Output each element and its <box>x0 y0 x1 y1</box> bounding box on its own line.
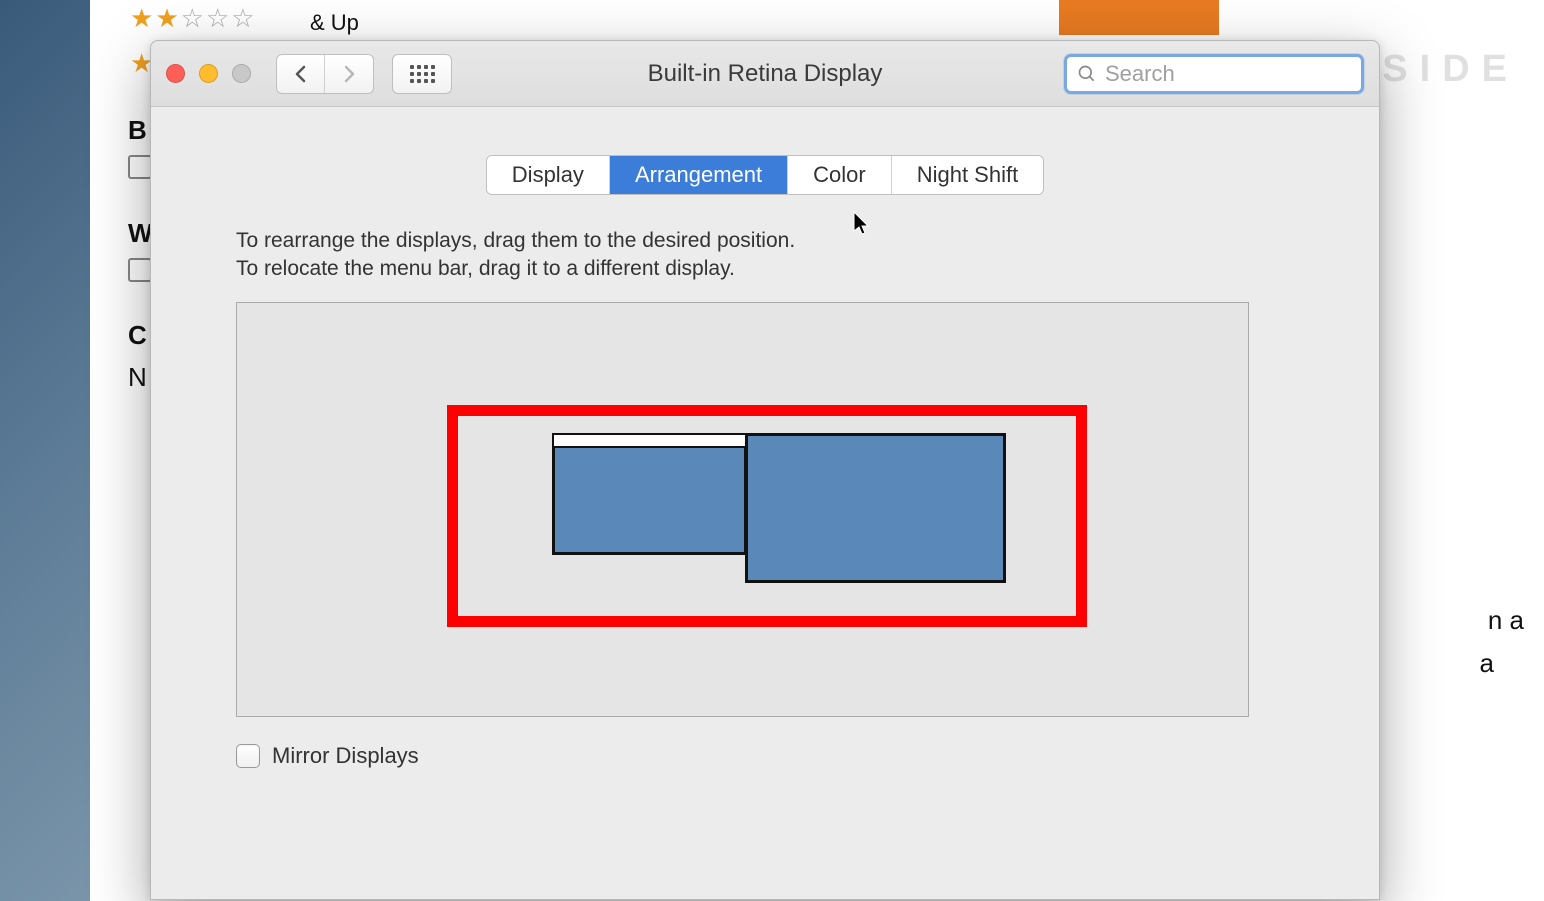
window-titlebar: Built-in Retina Display <box>151 41 1379 107</box>
background-rating-suffix: & Up <box>310 10 359 36</box>
star-icon: ★ <box>155 5 178 31</box>
back-button[interactable] <box>277 55 325 93</box>
grid-icon <box>410 65 435 83</box>
tab-color[interactable]: Color <box>788 156 892 194</box>
background-orange-banner <box>1059 0 1219 35</box>
window-title: Built-in Retina Display <box>648 60 883 88</box>
tab-night-shift[interactable]: Night Shift <box>892 156 1044 194</box>
system-preferences-window: Built-in Retina Display Display Arrangem… <box>150 40 1380 900</box>
background-label: C <box>128 320 147 351</box>
show-all-button[interactable] <box>392 54 452 94</box>
minimize-button[interactable] <box>199 64 218 83</box>
background-text: a <box>1480 648 1494 679</box>
tab-arrangement[interactable]: Arrangement <box>610 156 788 194</box>
chevron-right-icon <box>342 65 356 83</box>
background-wallpaper-strip <box>0 0 90 901</box>
forward-button[interactable] <box>325 55 373 93</box>
star-icon: ☆ <box>231 5 254 31</box>
mirror-displays-label: Mirror Displays <box>272 743 419 769</box>
background-rating-stars: ★ ★ ☆ ☆ ☆ <box>130 5 255 31</box>
window-controls <box>166 64 251 83</box>
display-primary[interactable] <box>552 433 747 555</box>
chevron-left-icon <box>294 65 308 83</box>
star-icon: ☆ <box>206 5 229 31</box>
close-button[interactable] <box>166 64 185 83</box>
maximize-button[interactable] <box>232 64 251 83</box>
mirror-displays-checkbox[interactable] <box>236 744 260 768</box>
instruction-line-1: To rearrange the displays, drag them to … <box>236 227 1349 255</box>
nav-button-group <box>276 54 374 94</box>
search-field[interactable] <box>1064 54 1364 94</box>
search-input[interactable] <box>1105 61 1351 87</box>
star-icon: ★ <box>130 5 153 31</box>
star-icon: ☆ <box>181 5 204 31</box>
background-checkbox <box>128 155 152 179</box>
tab-group: Display Arrangement Color Night Shift <box>486 155 1044 195</box>
background-checkbox <box>128 258 152 282</box>
background-label: N <box>128 362 147 393</box>
display-secondary[interactable] <box>745 433 1006 583</box>
instruction-line-2: To relocate the menu bar, drag it to a d… <box>236 255 1349 283</box>
background-text: n a <box>1488 605 1524 636</box>
display-menubar-handle[interactable] <box>554 435 745 448</box>
tab-display[interactable]: Display <box>487 156 610 194</box>
arrangement-instructions: To rearrange the displays, drag them to … <box>181 227 1349 284</box>
mirror-displays-row: Mirror Displays <box>181 743 1349 769</box>
display-arrangement-area[interactable] <box>236 302 1249 717</box>
tab-bar: Display Arrangement Color Night Shift <box>181 155 1349 195</box>
search-icon <box>1077 64 1097 84</box>
background-label: W <box>128 218 153 249</box>
window-content: Display Arrangement Color Night Shift To… <box>151 107 1379 769</box>
background-label: B <box>128 115 147 146</box>
